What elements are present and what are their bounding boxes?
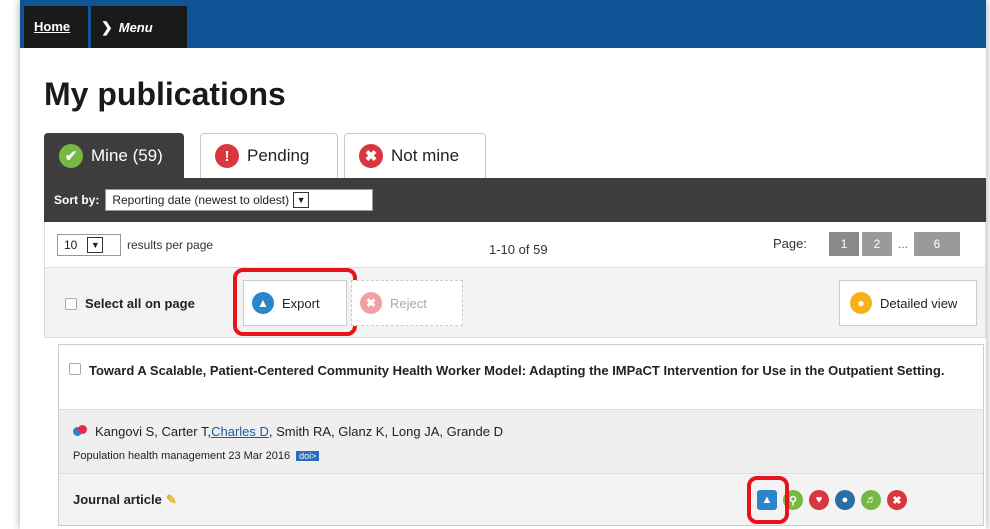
publication-authors: Kangovi S, Carter T, Charles D , Smith R… [73,424,503,439]
reject-button[interactable]: ✖ Reject [351,280,463,326]
close-icon: ✖ [359,144,383,168]
check-icon: ✔ [59,144,83,168]
publication-journal: Population health management 23 Mar 2016… [73,450,320,462]
chevron-down-icon: ▼ [87,237,104,253]
pencil-icon[interactable]: ✎ [166,492,177,507]
publication-meta: Kangovi S, Carter T, Charles D , Smith R… [59,409,983,473]
author-link[interactable]: Charles D [211,424,269,439]
authors-before: Kangovi S, Carter T, [95,424,212,439]
publication-title: Toward A Scalable, Patient-Centered Comm… [89,363,945,378]
publication-type: Journal article ✎ [73,492,177,508]
chevron-down-icon: ▼ [293,192,310,208]
page-6-button[interactable]: 6 [914,232,960,256]
results-per-page-value: 10 [64,238,78,252]
page-label: Page: [773,236,807,251]
home-link[interactable]: Home [24,6,88,48]
detailed-view-label: Detailed view [880,295,958,311]
rss-icon[interactable]: ♬ [861,490,881,510]
publication-type-label: Journal article [73,492,162,507]
page-title: My publications [44,76,286,112]
results-range: 1-10 of 59 [489,242,548,257]
sort-select[interactable]: Reporting date (newest to oldest) ▼ [105,189,374,211]
reject-label: Reject [390,295,427,311]
select-all-label: Select all on page [85,296,195,311]
authors-after: , Smith RA, Glanz K, Long JA, Grande D [268,424,503,439]
results-per-page-select[interactable]: 10 ▼ [57,234,121,256]
sort-bar: Sort by: Reporting date (newest to oldes… [44,178,986,222]
menu-label: Menu [118,20,153,35]
tab-mine-label: Mine (59) [91,146,163,165]
highlight-export-icon-outline [747,476,789,524]
tab-not-mine-label: Not mine [391,146,460,165]
highlight-export-outline [233,268,357,336]
tab-not-mine[interactable]: ✖ Not mine [344,133,486,178]
detailed-view-button[interactable]: ● Detailed view [839,280,977,326]
top-navigation: Home ❯ Menu [20,0,986,48]
exclamation-icon: ! [215,144,239,168]
menu-link[interactable]: ❯ Menu [91,6,187,48]
journal-text: Population health management 23 Mar 2016 [73,450,291,462]
tab-pending[interactable]: ! Pending [200,133,338,178]
page-1-button[interactable]: 1 [829,232,859,256]
page-ellipsis: ... [894,232,912,256]
detailed-view-icon: ● [850,292,872,314]
heart-icon[interactable]: ♥ [809,490,829,510]
chevron-right-icon: ❯ [101,19,113,35]
publications-window: Home ❯ Menu My publications ✔ Mine (59) !… [20,0,986,529]
results-row: 10 ▼ results per page 1-10 of 59 Page: 1… [44,222,986,268]
action-bar: Select all on page ▲ Export ✖ Reject ● D… [44,268,986,338]
publication-card: Toward A Scalable, Patient-Centered Comm… [58,344,984,526]
source-logo-icon [73,424,87,439]
select-all-checkbox[interactable] [65,298,77,310]
reject-icon: ✖ [360,292,382,314]
doi-link[interactable]: doi> [296,451,320,461]
publication-footer: Journal article ✎ ▲ ⚲ ♥ ● ♬ ✖ [59,473,983,525]
page-2-button[interactable]: 2 [862,232,892,256]
eye-icon[interactable]: ● [835,490,855,510]
publication-checkbox[interactable] [69,363,81,375]
results-per-page-label: results per page [127,238,214,252]
close-icon[interactable]: ✖ [887,490,907,510]
sort-select-value: Reporting date (newest to oldest) [112,193,290,207]
tab-mine[interactable]: ✔ Mine (59) [44,133,184,178]
sort-label: Sort by: [54,193,100,207]
tab-pending-label: Pending [247,146,310,165]
